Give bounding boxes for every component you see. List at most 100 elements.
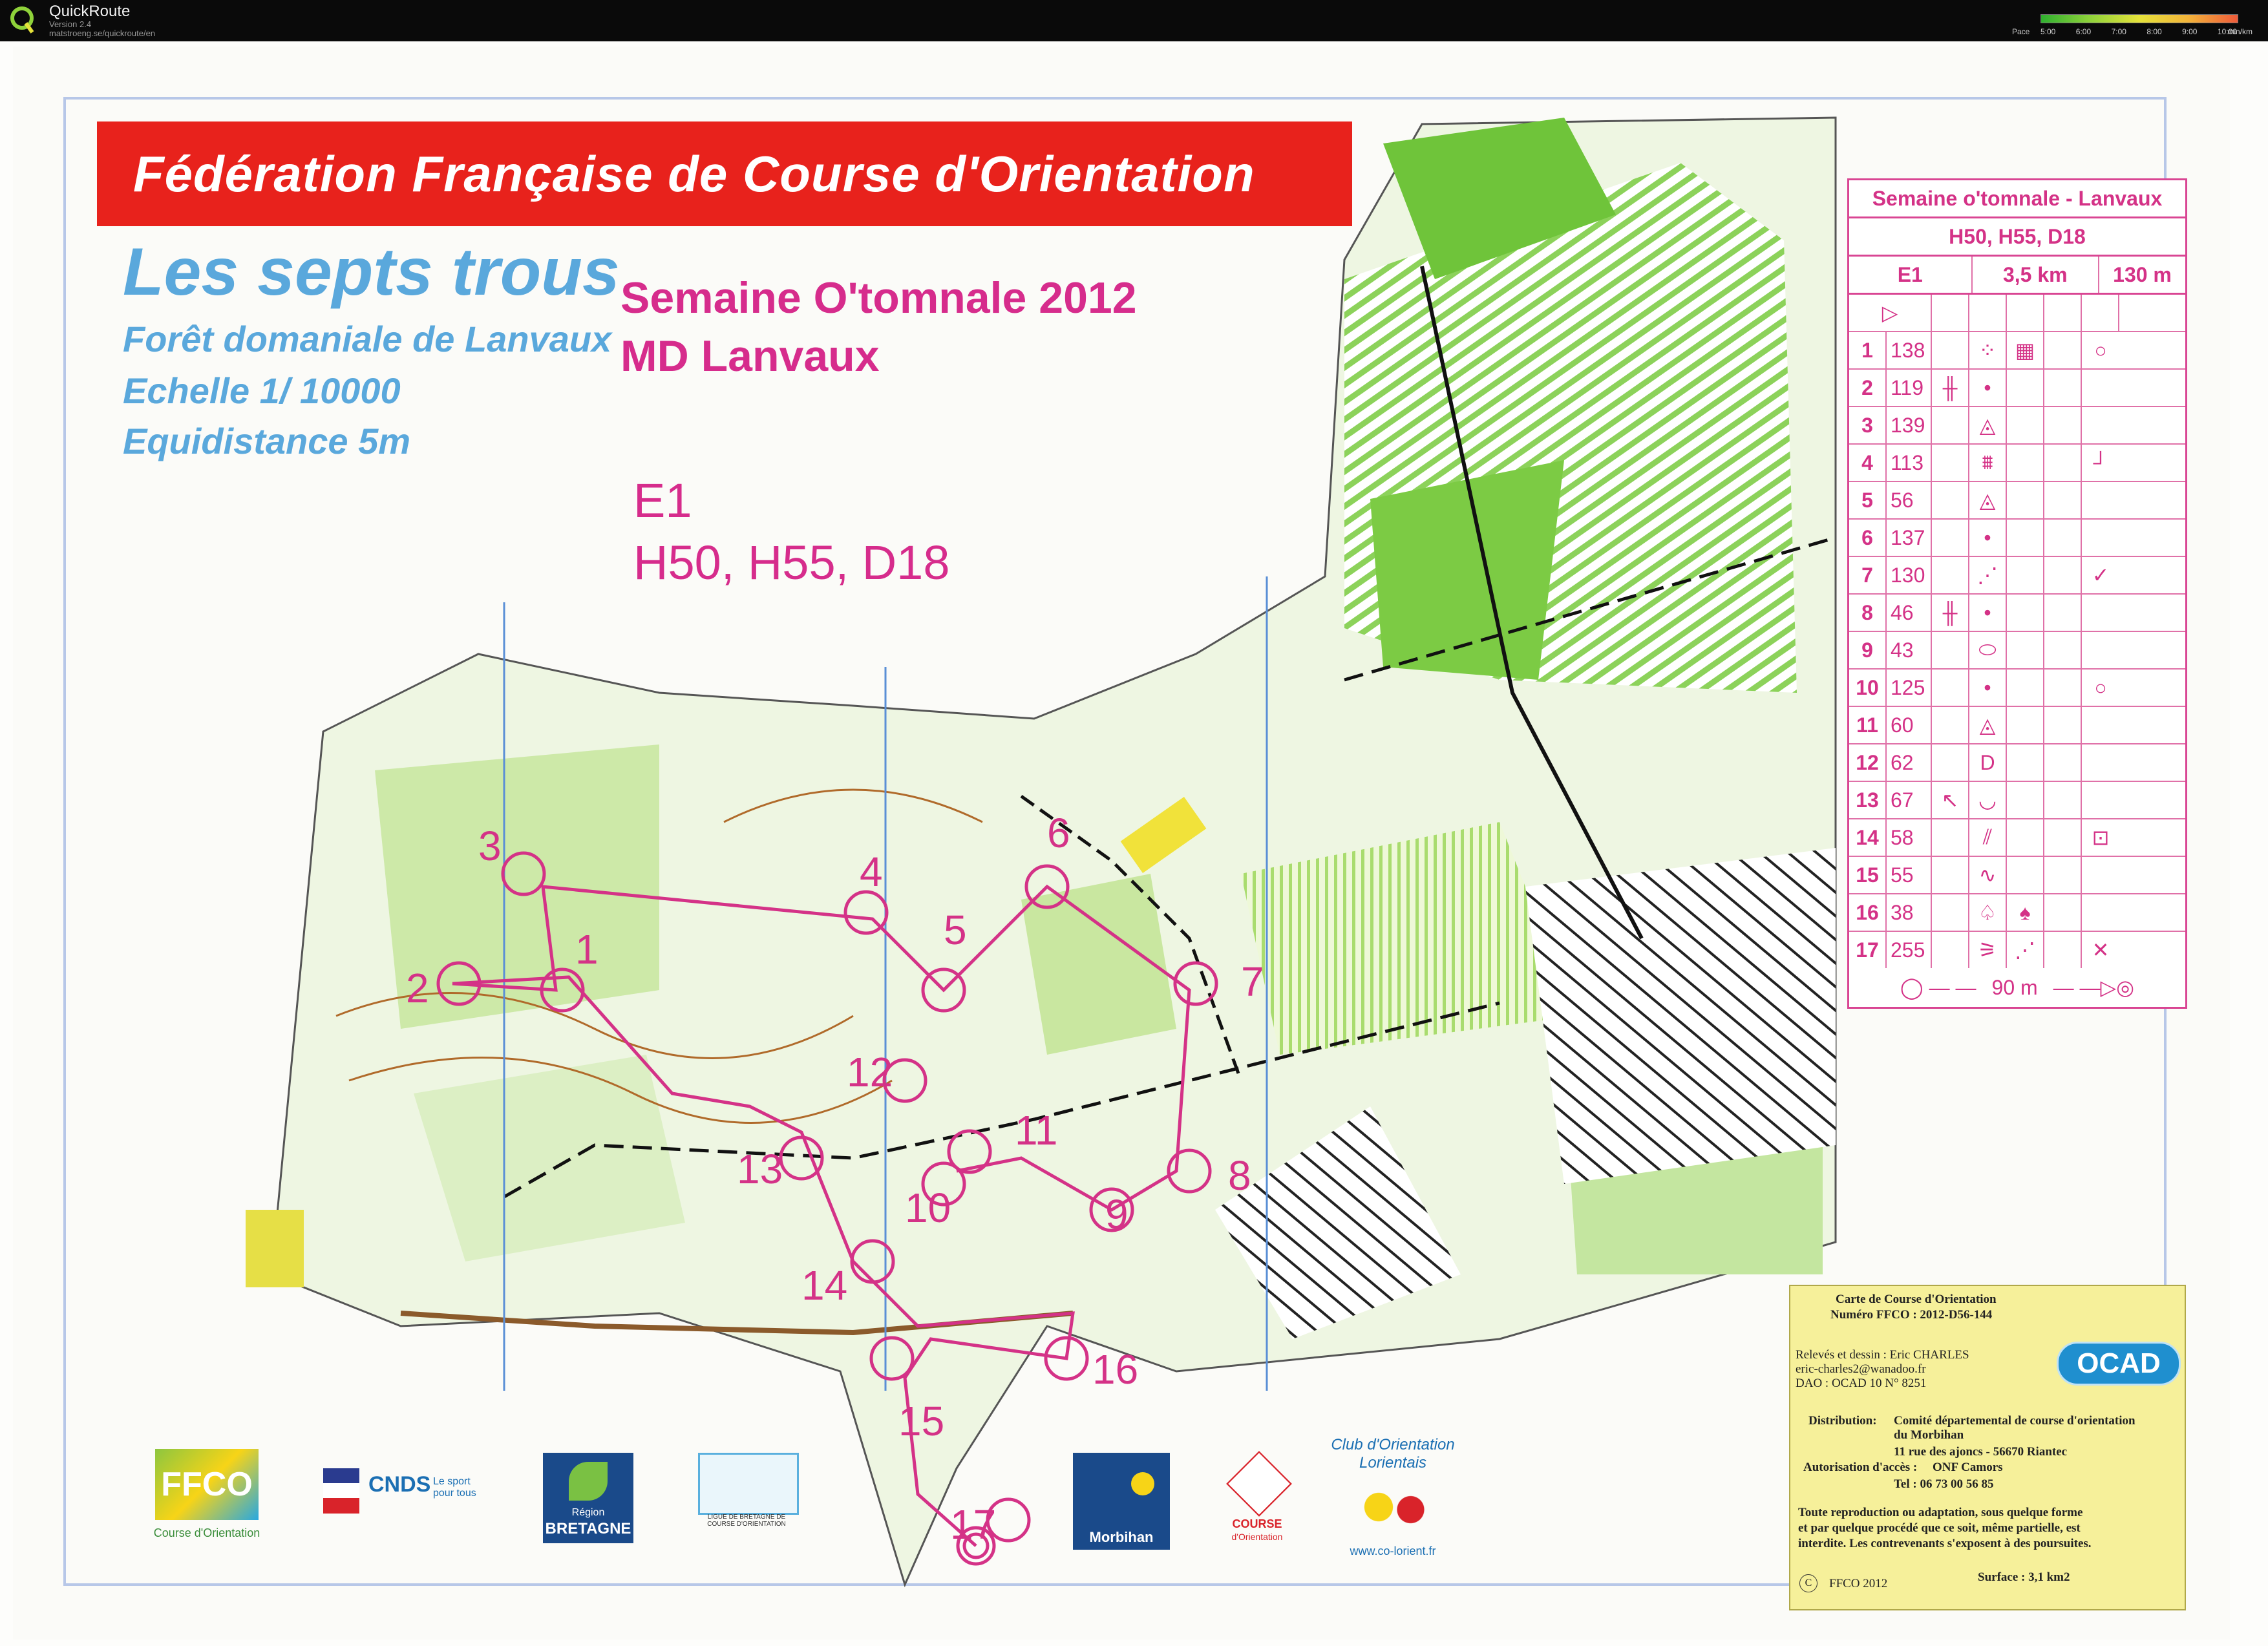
control-number[interactable]: 6 <box>1047 809 1070 857</box>
control-number[interactable]: 12 <box>847 1048 893 1096</box>
control-number[interactable]: 15 <box>898 1397 944 1445</box>
app-url[interactable]: matstroeng.se/quickroute/en <box>49 28 155 38</box>
app-titlebar: QuickRoute Version 2.4 matstroeng.se/qui… <box>0 0 2268 41</box>
club-url[interactable]: www.co-lorient.fr <box>1319 1545 1467 1558</box>
ligue-caption: LIGUE DE BRETAGNE DE COURSE D'ORIENTATIO… <box>707 1514 786 1528</box>
control-number[interactable]: 10 <box>905 1184 951 1232</box>
map-name: Les septs trous <box>123 235 620 310</box>
description-control-row: 3 139 ◬ <box>1849 407 2185 445</box>
marianne-flag-icon <box>323 1468 359 1514</box>
ffco-logo: FFCO Course d'Orientation <box>142 1449 271 1546</box>
control-number[interactable]: 8 <box>1228 1152 1251 1199</box>
control-feature-icon: ♤ <box>1969 894 2007 931</box>
control-location-icon <box>2082 782 2119 818</box>
control-feature-icon: ⩩ <box>1969 445 2007 481</box>
control-number[interactable]: 16 <box>1092 1345 1138 1393</box>
control-which-feature-icon <box>1932 857 1969 893</box>
description-control-row: 9 43 ⬭ <box>1849 632 2185 670</box>
region-leaf-icon <box>569 1462 608 1501</box>
control-number[interactable]: 3 <box>478 822 502 870</box>
cd56-label: COURSE <box>1232 1517 1282 1530</box>
ffco-logo-caption: Course d'Orientation <box>153 1526 260 1539</box>
control-feature-icon: ◬ <box>1969 707 2007 743</box>
control-sequence-number: 5 <box>1849 482 1887 518</box>
club-name: Club d'Orientation Lorientais <box>1331 1436 1455 1472</box>
quickroute-logo-icon <box>10 6 34 34</box>
control-number[interactable]: 1 <box>575 925 599 973</box>
cnds-logo: CNDS Le sport pour tous <box>323 1468 491 1526</box>
control-code: 46 <box>1887 595 1932 631</box>
info-notice-1: Toute reproduction ou adaptation, sous q… <box>1798 1506 2083 1519</box>
control-code: 60 <box>1887 707 1932 743</box>
control-feature-icon: ∿ <box>1969 857 2007 893</box>
control-sequence-number: 2 <box>1849 370 1887 406</box>
control-location-icon <box>2082 370 2119 406</box>
cd56-diamond-icon <box>1226 1451 1292 1517</box>
info-notice-2: et par quelque procédé que ce soit, même… <box>1798 1521 2081 1535</box>
info-survey: Relevés et dessin : Eric CHARLES <box>1796 1348 1969 1362</box>
control-number[interactable]: 9 <box>1105 1190 1129 1238</box>
cnds-logo-mark: CNDS <box>368 1472 431 1497</box>
control-feature-icon: ◡ <box>1969 782 2007 818</box>
control-sequence-number: 17 <box>1849 932 1887 968</box>
control-number[interactable]: 2 <box>406 964 429 1012</box>
control-number[interactable]: 7 <box>1241 958 1264 1006</box>
control-number[interactable]: 4 <box>860 848 883 896</box>
info-email[interactable]: eric-charles2@wanadoo.fr <box>1796 1362 1926 1377</box>
info-surface: Surface : 3,1 km2 <box>1978 1570 2070 1584</box>
control-sequence-number: 11 <box>1849 707 1887 743</box>
control-location-icon: ✕ <box>2092 938 2110 962</box>
control-which-feature-icon <box>1932 520 1969 556</box>
control-dimension-cell <box>2044 782 2082 818</box>
control-dimension-cell <box>2044 894 2082 931</box>
control-location-icon <box>2082 744 2119 781</box>
description-length: 3,5 km <box>1973 257 2100 293</box>
control-code: 139 <box>1887 407 1932 443</box>
control-code: 55 <box>1887 857 1932 893</box>
app-title: QuickRoute <box>49 3 131 20</box>
control-appearance-icon <box>2007 670 2044 706</box>
control-feature-icon: • <box>1969 670 2007 706</box>
orienteering-map[interactable]: Fédération Française de Course d'Orienta… <box>13 47 2230 1640</box>
control-number[interactable]: 17 <box>950 1501 996 1548</box>
control-dimension-cell <box>2044 670 2082 706</box>
control-dimension-cell <box>2044 445 2082 481</box>
control-number[interactable]: 14 <box>801 1261 847 1309</box>
control-number[interactable]: 11 <box>1015 1106 1057 1154</box>
description-control-row: 10 125 • ○ <box>1849 670 2185 707</box>
control-which-feature-icon <box>1932 932 1969 968</box>
cd56-logo: COURSE d'Orientation <box>1215 1451 1299 1550</box>
map-equidistance: Equidistance 5m <box>123 421 411 461</box>
club-runner-icon <box>1357 1481 1428 1533</box>
description-control-row: 17 255 ⚞ ⋰ ✕ <box>1849 932 2185 968</box>
control-location-icon <box>2082 595 2119 631</box>
control-dimension-cell <box>2044 857 2082 893</box>
ffco-logo-mark: FFCO <box>155 1449 259 1520</box>
pace-tick: 8:00 <box>2146 27 2162 36</box>
description-control-row: 7 130 ⋰ ✓ <box>1849 557 2185 595</box>
control-sequence-number: 15 <box>1849 857 1887 893</box>
finish-circle-icon: — —▷◎ <box>2053 976 2135 999</box>
control-which-feature-icon <box>1932 819 1969 856</box>
control-number[interactable]: 13 <box>737 1145 783 1193</box>
control-feature-icon: ⚞ <box>1969 932 2007 968</box>
control-feature-icon: D <box>1969 744 2007 781</box>
event-title: Semaine O'tomnale 2012 <box>620 273 1137 322</box>
map-info-box: Carte de Course d'Orientation Numéro FFC… <box>1789 1285 2186 1610</box>
ligue-logo: LIGUE DE BRETAGNE DE COURSE D'ORIENTATIO… <box>698 1453 799 1537</box>
control-sequence-number: 8 <box>1849 595 1887 631</box>
control-feature-icon: ⫽ <box>1969 819 2007 856</box>
pace-tick: 9:00 <box>2182 27 2198 36</box>
control-sequence-number: 9 <box>1849 632 1887 668</box>
description-title: Semaine o'tomnale - Lanvaux <box>1849 180 2185 218</box>
control-number[interactable]: 5 <box>944 906 967 954</box>
control-which-feature-icon <box>1932 744 1969 781</box>
control-location-icon: ○ <box>2094 675 2107 699</box>
pace-legend-label: Pace <box>2012 27 2030 36</box>
forest-name: Forêt domaniale de Lanvaux <box>123 319 612 359</box>
region-bretagne-logo: Région BRETAGNE <box>543 1453 633 1543</box>
control-appearance-icon <box>2007 407 2044 443</box>
control-which-feature-icon: ╫ <box>1932 370 1969 406</box>
control-location-icon: ✓ <box>2092 564 2110 587</box>
control-feature-icon: ⋰ <box>1969 557 2007 593</box>
